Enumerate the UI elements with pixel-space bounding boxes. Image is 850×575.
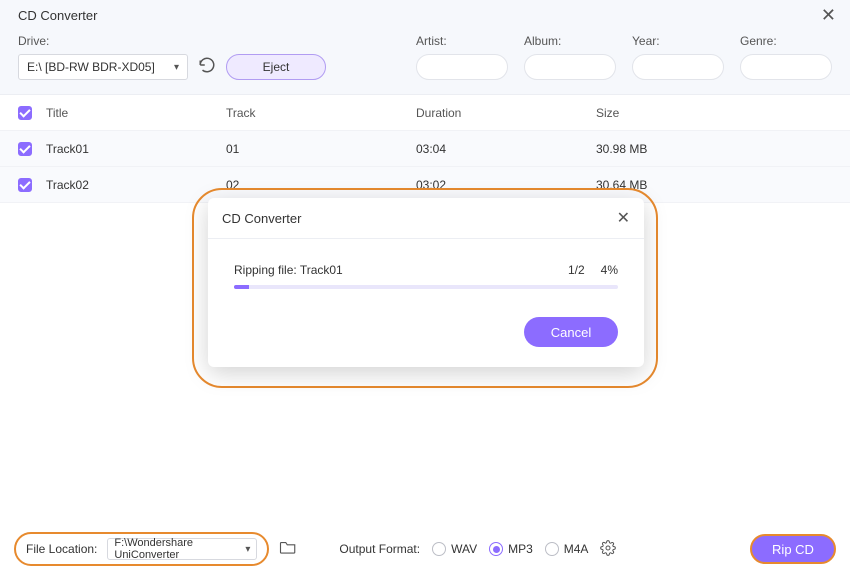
progress-counter: 1/2	[568, 263, 585, 277]
footer: File Location: F:\Wondershare UniConvert…	[0, 523, 850, 575]
folder-icon[interactable]	[279, 539, 297, 560]
cell-size: 30.98 MB	[596, 142, 832, 156]
checkbox-icon	[18, 106, 32, 120]
format-wav[interactable]: WAV	[432, 542, 477, 556]
checkbox-icon	[18, 142, 32, 156]
format-label: M4A	[564, 542, 589, 556]
file-location-select[interactable]: F:\Wondershare UniConverter ▾	[107, 538, 257, 560]
close-icon[interactable]: ✕	[821, 6, 836, 24]
radio-icon	[545, 542, 559, 556]
year-block: Year:	[632, 34, 724, 80]
rip-label: Rip CD	[772, 542, 814, 557]
gear-icon[interactable]	[600, 540, 616, 559]
format-m4a[interactable]: M4A	[545, 542, 589, 556]
refresh-icon[interactable]	[198, 56, 216, 79]
progress-fill	[234, 285, 249, 289]
radio-icon	[489, 542, 503, 556]
drive-select[interactable]: E:\ [BD-RW BDR-XD05] ▾	[18, 54, 188, 80]
artist-block: Artist:	[416, 34, 508, 80]
cell-track: 01	[226, 142, 416, 156]
radio-icon	[432, 542, 446, 556]
format-mp3[interactable]: MP3	[489, 542, 533, 556]
chevron-down-icon: ▾	[245, 544, 250, 555]
table-row[interactable]: Track01 01 03:04 30.98 MB	[0, 131, 850, 167]
genre-input[interactable]	[740, 54, 832, 80]
genre-label: Genre:	[740, 34, 832, 48]
modal-actions: Cancel	[208, 307, 644, 367]
modal-body: Ripping file: Track01 1/2 4%	[208, 239, 644, 307]
drive-value: E:\ [BD-RW BDR-XD05]	[27, 60, 155, 74]
ripping-modal: CD Converter ✕ Ripping file: Track01 1/2…	[208, 198, 644, 367]
cell-duration: 03:04	[416, 142, 596, 156]
chevron-down-icon: ▾	[174, 62, 179, 73]
cell-title: Track01	[46, 142, 226, 156]
cancel-label: Cancel	[551, 325, 591, 340]
year-input[interactable]	[632, 54, 724, 80]
cell-title: Track02	[46, 178, 226, 192]
file-location-value: F:\Wondershare UniConverter	[114, 537, 250, 561]
genre-block: Genre:	[740, 34, 832, 80]
col-title: Title	[46, 106, 226, 120]
file-location-wrap: File Location: F:\Wondershare UniConvert…	[14, 532, 269, 566]
cancel-button[interactable]: Cancel	[524, 317, 618, 347]
album-block: Album:	[524, 34, 616, 80]
col-size: Size	[596, 106, 832, 120]
titlebar: CD Converter ✕	[0, 0, 850, 30]
file-location-label: File Location:	[26, 542, 97, 556]
eject-label: Eject	[263, 60, 290, 74]
artist-input[interactable]	[416, 54, 508, 80]
modal-title: CD Converter	[222, 211, 301, 226]
progress-percent: 4%	[601, 263, 618, 277]
toolbar: Drive: E:\ [BD-RW BDR-XD05] ▾ Eject Arti…	[0, 30, 850, 95]
modal-header: CD Converter ✕	[208, 198, 644, 239]
progress-status: Ripping file: Track01	[234, 263, 552, 277]
output-format: Output Format: WAV MP3 M4A	[339, 540, 616, 559]
col-track: Track	[226, 106, 416, 120]
progress-row: Ripping file: Track01 1/2 4%	[234, 263, 618, 277]
rip-cd-button[interactable]: Rip CD	[750, 534, 836, 564]
table-header: Title Track Duration Size	[0, 95, 850, 131]
window-title: CD Converter	[18, 8, 97, 23]
col-duration: Duration	[416, 106, 596, 120]
album-label: Album:	[524, 34, 616, 48]
select-all-checkbox[interactable]	[18, 106, 46, 120]
row-checkbox[interactable]	[18, 142, 46, 156]
album-input[interactable]	[524, 54, 616, 80]
drive-label: Drive:	[18, 34, 326, 48]
drive-block: Drive: E:\ [BD-RW BDR-XD05] ▾ Eject	[18, 34, 326, 80]
progress-bar	[234, 285, 618, 289]
row-checkbox[interactable]	[18, 178, 46, 192]
output-format-label: Output Format:	[339, 542, 420, 556]
artist-label: Artist:	[416, 34, 508, 48]
modal-close-icon[interactable]: ✕	[617, 208, 630, 228]
format-label: WAV	[451, 542, 477, 556]
checkbox-icon	[18, 178, 32, 192]
eject-button[interactable]: Eject	[226, 54, 326, 80]
drive-row: E:\ [BD-RW BDR-XD05] ▾ Eject	[18, 54, 326, 80]
year-label: Year:	[632, 34, 724, 48]
format-label: MP3	[508, 542, 533, 556]
